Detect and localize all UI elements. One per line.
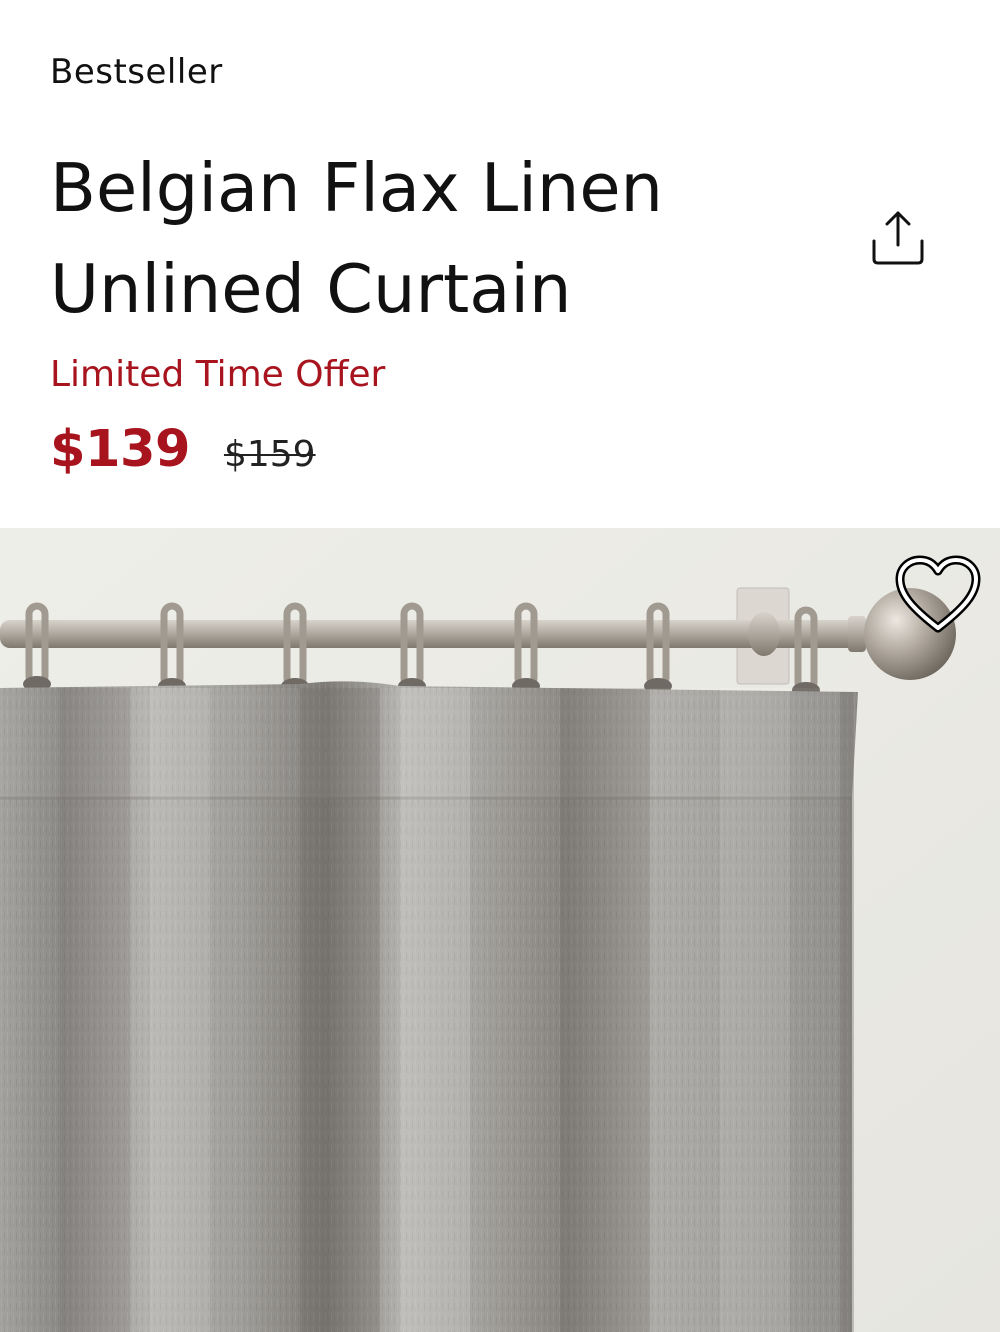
heart-icon — [895, 555, 981, 633]
share-button[interactable] — [864, 205, 932, 269]
limited-offer-label: Limited Time Offer — [50, 354, 386, 395]
original-price: $159 — [223, 434, 316, 475]
share-icon — [872, 211, 924, 265]
favorite-button[interactable] — [892, 554, 984, 634]
price-group: $139 $159 — [50, 420, 316, 479]
bestseller-badge: Bestseller — [50, 52, 223, 92]
product-title: Belgian Flax Linen Unlined Curtain — [50, 149, 664, 328]
product-header: Bestseller Belgian Flax Linen Unlined Cu… — [0, 0, 1000, 528]
curtain-photo — [0, 528, 1000, 1332]
product-image[interactable] — [0, 528, 1000, 1332]
sale-price: $139 — [50, 420, 190, 479]
